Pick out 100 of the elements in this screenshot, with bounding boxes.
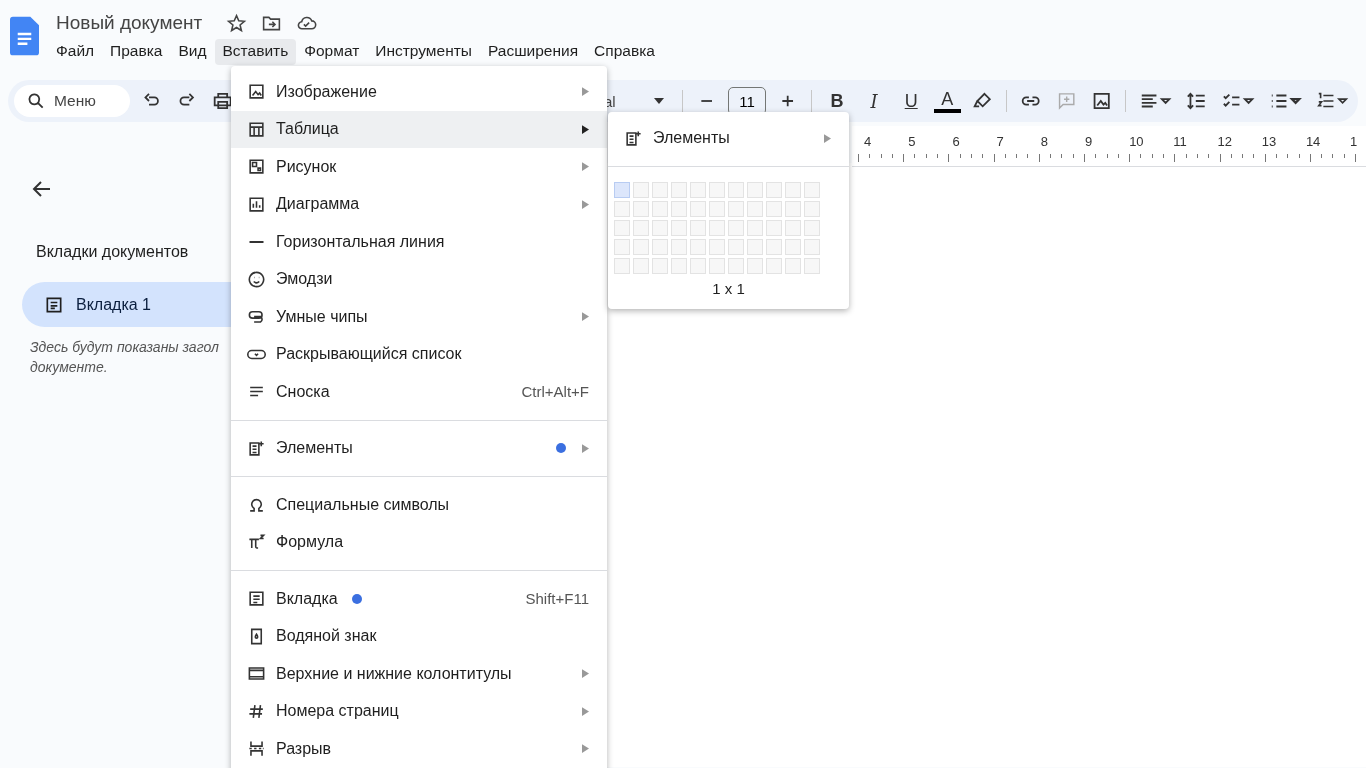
menu-item[interactable]: Эмодзи: [231, 260, 607, 298]
table-size-cell[interactable]: [633, 258, 649, 274]
table-size-cell[interactable]: [652, 201, 668, 217]
menu-item[interactable]: Диаграмма: [231, 185, 607, 223]
menu-item[interactable]: Сноска Ctrl+Alt+F: [231, 373, 607, 411]
menu-item[interactable]: Правка: [102, 39, 171, 65]
table-size-cell[interactable]: [785, 239, 801, 255]
menu-item[interactable]: Горизонтальная линия: [231, 223, 607, 261]
table-size-cell[interactable]: [709, 201, 725, 217]
table-size-cell[interactable]: [766, 239, 782, 255]
table-size-cell[interactable]: [804, 220, 820, 236]
menu-item[interactable]: Инструменты: [367, 39, 480, 65]
menu-item[interactable]: Вставить: [214, 39, 297, 65]
table-size-cell[interactable]: [671, 220, 687, 236]
table-size-cell[interactable]: [709, 220, 725, 236]
table-size-cell[interactable]: [671, 182, 687, 198]
table-size-cell[interactable]: [614, 220, 630, 236]
menu-item[interactable]: Таблица: [231, 110, 607, 148]
table-size-cell[interactable]: [633, 220, 649, 236]
table-size-cell[interactable]: [633, 201, 649, 217]
table-size-cell[interactable]: [690, 182, 706, 198]
table-size-cell[interactable]: [804, 182, 820, 198]
menu-item[interactable]: Элементы: [608, 119, 849, 157]
table-size-cell[interactable]: [671, 258, 687, 274]
font-size-field[interactable]: 11: [727, 87, 766, 115]
menu-item[interactable]: Верхние и нижние колонтитулы: [231, 655, 607, 693]
table-size-cell[interactable]: [633, 239, 649, 255]
docs-logo-icon[interactable]: [10, 16, 39, 56]
document-title[interactable]: Новый документ: [56, 12, 203, 34]
table-size-cell[interactable]: [747, 220, 763, 236]
table-size-cell[interactable]: [652, 239, 668, 255]
menu-item[interactable]: Умные чипы: [231, 298, 607, 336]
table-size-cell[interactable]: [747, 258, 763, 274]
table-size-cell[interactable]: [652, 182, 668, 198]
table-size-cell[interactable]: [728, 239, 744, 255]
table-size-cell[interactable]: [690, 201, 706, 217]
table-size-cell[interactable]: [747, 182, 763, 198]
table-size-cell[interactable]: [671, 201, 687, 217]
search-field[interactable]: Меню: [14, 85, 130, 117]
table-size-cell[interactable]: [728, 258, 744, 274]
table-size-cell[interactable]: [766, 201, 782, 217]
menu-item[interactable]: Специальные символы: [231, 486, 607, 524]
table-size-cell[interactable]: [785, 258, 801, 274]
table-size-cell[interactable]: [671, 239, 687, 255]
ruler-number: 1: [1350, 134, 1358, 149]
table-size-cell[interactable]: [785, 201, 801, 217]
table-size-cell[interactable]: [785, 182, 801, 198]
table-size-cell[interactable]: [614, 258, 630, 274]
table-size-cell[interactable]: [690, 239, 706, 255]
table-size-cell[interactable]: [652, 220, 668, 236]
text-color-button[interactable]: A: [933, 89, 961, 113]
table-size-cell[interactable]: [747, 239, 763, 255]
table-size-cell[interactable]: [690, 258, 706, 274]
bold-button[interactable]: B: [822, 90, 852, 112]
table-size-cell[interactable]: [804, 201, 820, 217]
table-size-cell[interactable]: [766, 258, 782, 274]
print-icon[interactable]: [211, 90, 234, 112]
ruler[interactable]: 4 5 6 7 8 9 10 11 12 13 14 1: [852, 126, 1366, 167]
menu-item[interactable]: Раскрывающийся список: [231, 335, 607, 373]
table-size-cell[interactable]: [709, 239, 725, 255]
menu-item[interactable]: Элементы: [231, 429, 607, 467]
table-size-cell[interactable]: [633, 182, 649, 198]
table-size-cell[interactable]: [766, 182, 782, 198]
table-size-cell[interactable]: [785, 220, 801, 236]
table-size-cell[interactable]: [747, 201, 763, 217]
table-size-cell[interactable]: [728, 220, 744, 236]
table-size-cell[interactable]: [728, 201, 744, 217]
menu-item[interactable]: Рисунок: [231, 148, 607, 186]
table-size-cell[interactable]: [709, 258, 725, 274]
menu-item[interactable]: Вкладка Shift+F11: [231, 580, 607, 618]
table-size-cell[interactable]: [614, 201, 630, 217]
document-tab[interactable]: Вкладка 1: [22, 282, 231, 327]
table-size-cell[interactable]: [614, 239, 630, 255]
table-size-cell[interactable]: [804, 239, 820, 255]
table-size-cell[interactable]: [652, 258, 668, 274]
ruler-number: 11: [1173, 134, 1187, 149]
menu-item[interactable]: Формула: [231, 523, 607, 561]
image-icon[interactable]: [1091, 90, 1113, 112]
star-icon[interactable]: [226, 12, 248, 34]
table-size-cell[interactable]: [728, 182, 744, 198]
italic-button[interactable]: I: [859, 90, 889, 112]
menu-item[interactable]: Файл: [48, 39, 103, 65]
table-size-cell[interactable]: [804, 258, 820, 274]
ruler-number: 10: [1129, 134, 1144, 149]
menu-item[interactable]: Вид: [170, 39, 215, 65]
ruler-number: 12: [1217, 134, 1232, 149]
menu-item[interactable]: Справка: [586, 39, 663, 65]
ruler-number: 13: [1261, 134, 1277, 149]
menu-item[interactable]: Расширения: [479, 39, 587, 65]
menu-item[interactable]: Водяной знак: [231, 617, 607, 655]
table-size-cell[interactable]: [614, 182, 630, 198]
table-size-cell[interactable]: [690, 220, 706, 236]
menu-item[interactable]: Разрыв: [231, 730, 607, 768]
menu-item[interactable]: Номера страниц: [231, 692, 607, 730]
table-size-cell[interactable]: [709, 182, 725, 198]
underline-button[interactable]: U: [896, 90, 926, 112]
table-size-cell[interactable]: [766, 220, 782, 236]
line-spacing-icon[interactable]: [1186, 90, 1208, 112]
menu-item[interactable]: Изображение: [231, 73, 607, 111]
menu-item[interactable]: Формат: [296, 39, 368, 65]
